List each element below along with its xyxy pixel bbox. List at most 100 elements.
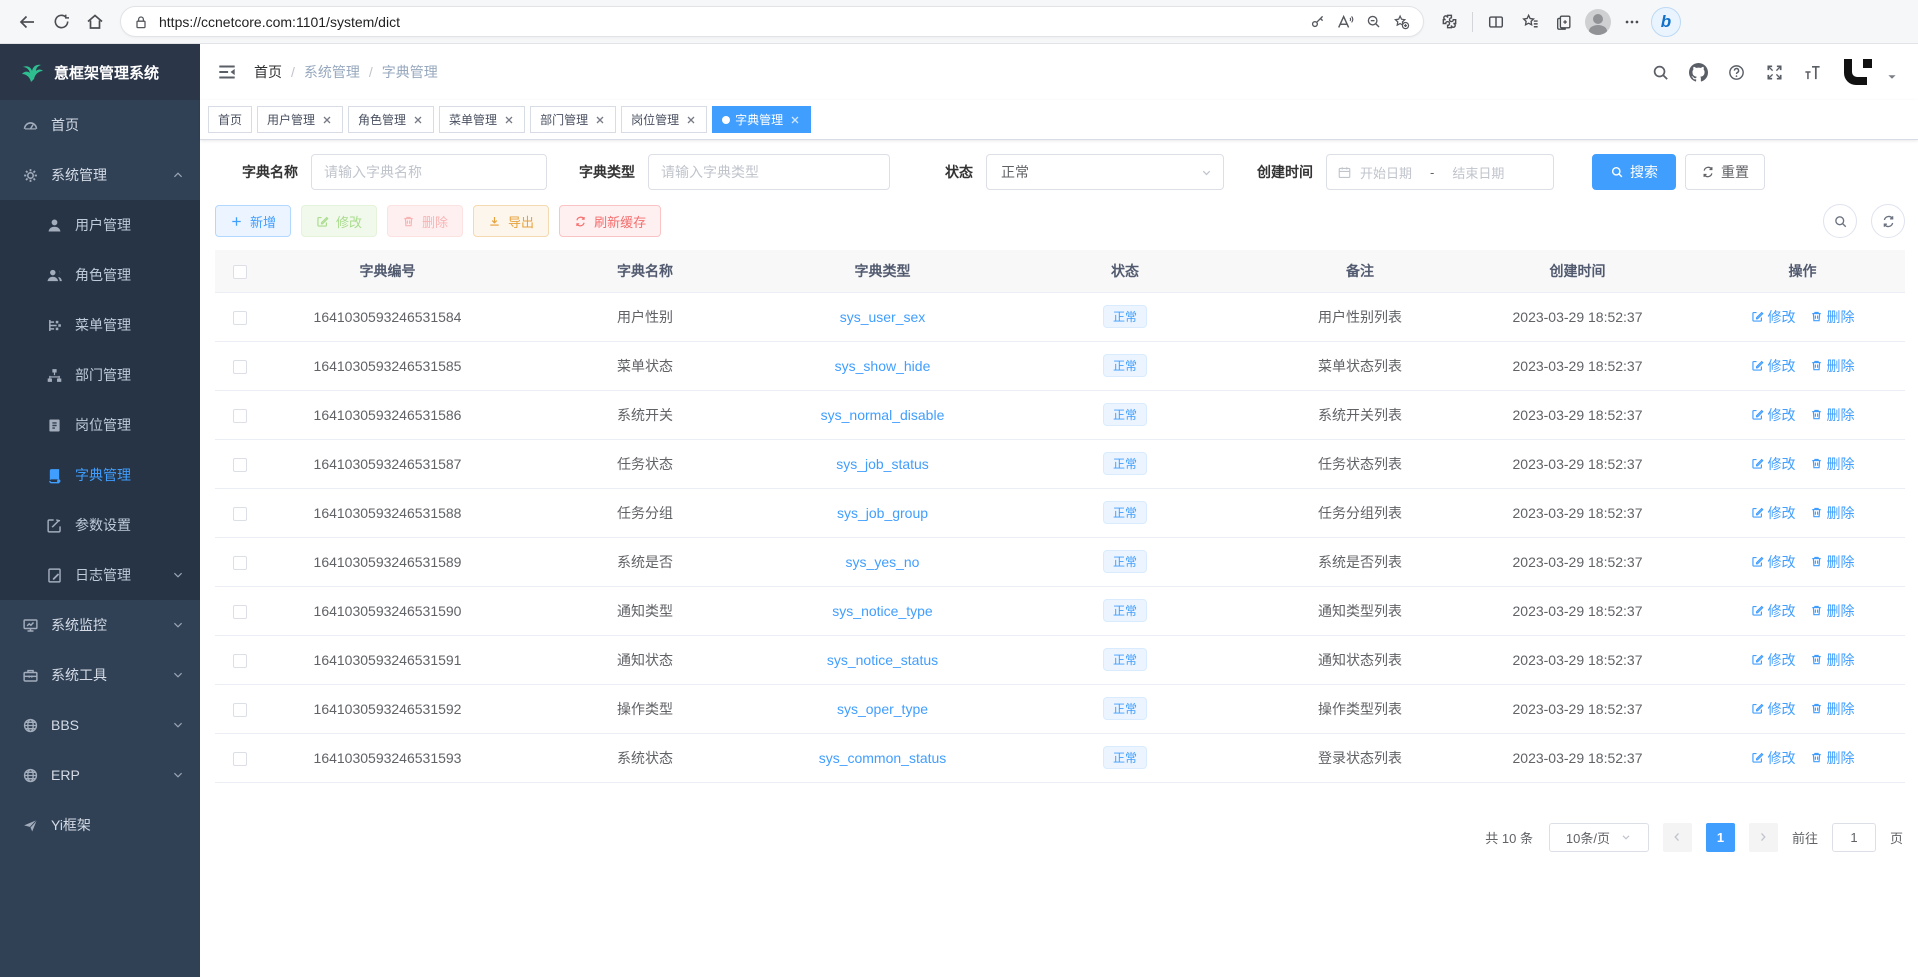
sidebar-item-menu[interactable]: 菜单管理 (0, 300, 200, 350)
delete-row-link[interactable]: 删除 (1810, 699, 1855, 719)
refresh-cache-button[interactable]: 刷新缓存 (559, 205, 661, 237)
refresh-table-button[interactable] (1871, 204, 1905, 238)
sidebar-item-home[interactable]: 首页 (0, 100, 200, 150)
date-range-picker[interactable]: 开始日期 - 结束日期 (1326, 154, 1554, 190)
sidebar-item-yi[interactable]: Yi框架 (0, 800, 200, 850)
delete-row-link[interactable]: 删除 (1810, 650, 1855, 670)
delete-row-link[interactable]: 删除 (1810, 405, 1855, 425)
delete-button[interactable]: 删除 (387, 205, 463, 237)
sidebar-item-monitor[interactable]: 系统监控 (0, 600, 200, 650)
tab-角色管理[interactable]: 角色管理 (348, 106, 434, 133)
zoom-out-icon[interactable] (1359, 8, 1387, 36)
sidebar-item-config[interactable]: 参数设置 (0, 500, 200, 550)
edit-row-link[interactable]: 修改 (1751, 405, 1796, 425)
delete-row-link[interactable]: 删除 (1810, 552, 1855, 572)
dict-type-link[interactable]: sys_user_sex (840, 309, 926, 325)
delete-row-link[interactable]: 删除 (1810, 503, 1855, 523)
github-icon[interactable] (1689, 63, 1708, 82)
font-size-icon[interactable] (1803, 63, 1822, 82)
sidebar-toggle-icon[interactable] (216, 61, 238, 83)
copilot-bing-icon[interactable]: b (1649, 5, 1683, 39)
reset-button[interactable]: 重置 (1685, 154, 1765, 190)
goto-page-input[interactable] (1832, 823, 1876, 852)
user-logo[interactable] (1841, 57, 1875, 87)
browser-menu-icon[interactable] (1615, 5, 1649, 39)
delete-row-link[interactable]: 删除 (1810, 307, 1855, 327)
dict-type-link[interactable]: sys_job_status (836, 456, 929, 472)
browser-refresh-icon[interactable] (44, 5, 78, 39)
sidebar-item-erp[interactable]: ERP (0, 750, 200, 800)
breadcrumb-item-0[interactable]: 首页 (254, 62, 282, 82)
dict-type-link[interactable]: sys_notice_status (827, 652, 938, 668)
split-screen-icon[interactable] (1479, 5, 1513, 39)
sidebar-item-log[interactable]: 日志管理 (0, 550, 200, 600)
help-icon[interactable] (1727, 63, 1746, 82)
sidebar-item-tool[interactable]: 系统工具 (0, 650, 200, 700)
sidebar-item-bbs[interactable]: BBS (0, 700, 200, 750)
sidebar-item-user[interactable]: 用户管理 (0, 200, 200, 250)
dict-type-link[interactable]: sys_job_group (837, 505, 928, 521)
row-checkbox[interactable] (233, 311, 247, 325)
edit-button[interactable]: 修改 (301, 205, 377, 237)
row-checkbox[interactable] (233, 458, 247, 472)
row-checkbox[interactable] (233, 703, 247, 717)
collections-icon[interactable] (1547, 5, 1581, 39)
dict-type-link[interactable]: sys_yes_no (846, 554, 920, 570)
sidebar-item-post[interactable]: 岗位管理 (0, 400, 200, 450)
user-menu-caret-icon[interactable] (1886, 71, 1898, 83)
next-page-button[interactable] (1749, 823, 1778, 852)
tab-菜单管理[interactable]: 菜单管理 (439, 106, 525, 133)
row-checkbox[interactable] (233, 507, 247, 521)
dict-type-link[interactable]: sys_show_hide (835, 358, 931, 374)
url-text[interactable]: https://ccnetcore.com:1101/system/dict (159, 14, 1303, 30)
address-bar[interactable]: https://ccnetcore.com:1101/system/dict (120, 6, 1424, 37)
row-checkbox[interactable] (233, 605, 247, 619)
export-button[interactable]: 导出 (473, 205, 549, 237)
toggle-search-button[interactable] (1823, 204, 1857, 238)
password-key-icon[interactable] (1303, 8, 1331, 36)
dict-type-link[interactable]: sys_notice_type (832, 603, 932, 619)
edit-row-link[interactable]: 修改 (1751, 454, 1796, 474)
edit-row-link[interactable]: 修改 (1751, 601, 1796, 621)
tab-部门管理[interactable]: 部门管理 (530, 106, 616, 133)
dict-type-link[interactable]: sys_oper_type (837, 701, 928, 717)
status-select[interactable]: 正常 (986, 154, 1224, 190)
fullscreen-icon[interactable] (1765, 63, 1784, 82)
edit-row-link[interactable]: 修改 (1751, 650, 1796, 670)
tab-首页[interactable]: 首页 (208, 106, 252, 133)
sidebar-item-role[interactable]: 角色管理 (0, 250, 200, 300)
dict-type-link[interactable]: sys_normal_disable (821, 407, 945, 423)
read-aloud-icon[interactable] (1331, 8, 1359, 36)
dict-type-input[interactable] (648, 154, 890, 190)
dict-name-input[interactable] (311, 154, 547, 190)
sidebar-item-system[interactable]: 系统管理 (0, 150, 200, 200)
edit-row-link[interactable]: 修改 (1751, 552, 1796, 572)
row-checkbox[interactable] (233, 752, 247, 766)
page-number-current[interactable]: 1 (1706, 823, 1735, 852)
tab-用户管理[interactable]: 用户管理 (257, 106, 343, 133)
app-logo[interactable]: 意框架管理系统 (0, 44, 200, 100)
dict-type-link[interactable]: sys_common_status (819, 750, 947, 766)
favorites-icon[interactable] (1513, 5, 1547, 39)
prev-page-button[interactable] (1663, 823, 1692, 852)
edit-row-link[interactable]: 修改 (1751, 748, 1796, 768)
browser-back-icon[interactable] (10, 5, 44, 39)
delete-row-link[interactable]: 删除 (1810, 356, 1855, 376)
sidebar-item-dept[interactable]: 部门管理 (0, 350, 200, 400)
edit-row-link[interactable]: 修改 (1751, 307, 1796, 327)
select-all-checkbox[interactable] (233, 265, 247, 279)
edit-row-link[interactable]: 修改 (1751, 699, 1796, 719)
profile-avatar[interactable] (1581, 5, 1615, 39)
row-checkbox[interactable] (233, 556, 247, 570)
row-checkbox[interactable] (233, 360, 247, 374)
edit-row-link[interactable]: 修改 (1751, 356, 1796, 376)
extensions-icon[interactable] (1432, 5, 1466, 39)
browser-home-icon[interactable] (78, 5, 112, 39)
sidebar-item-dict[interactable]: 字典管理 (0, 450, 200, 500)
add-favorite-icon[interactable] (1387, 8, 1415, 36)
delete-row-link[interactable]: 删除 (1810, 748, 1855, 768)
add-button[interactable]: 新增 (215, 205, 291, 237)
row-checkbox[interactable] (233, 409, 247, 423)
delete-row-link[interactable]: 删除 (1810, 601, 1855, 621)
search-button[interactable]: 搜索 (1592, 154, 1676, 190)
